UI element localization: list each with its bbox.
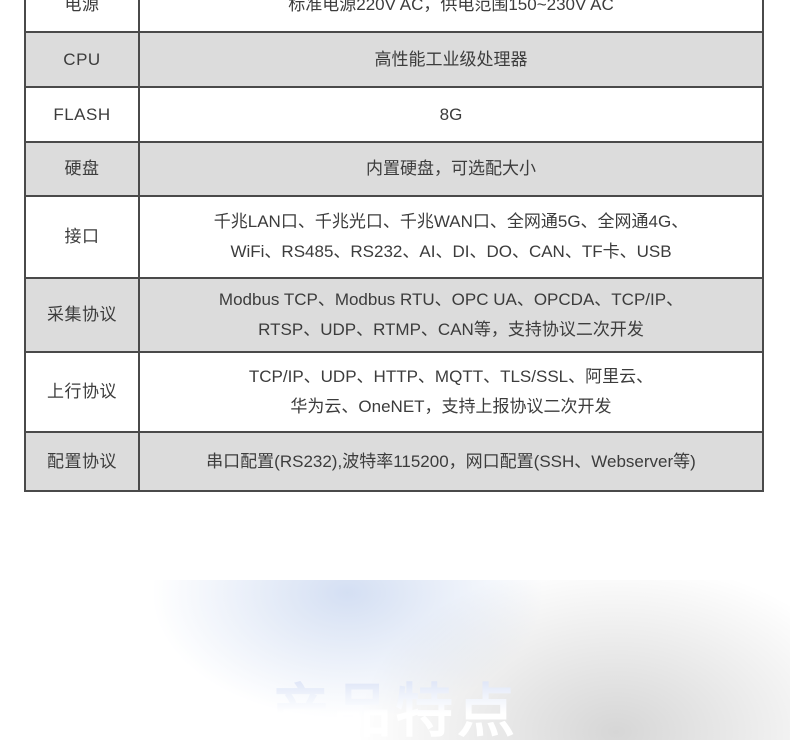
- spec-label-collection-protocol: 采集协议: [24, 277, 140, 353]
- spec-value-harddisk: 内置硬盘，可选配大小: [138, 141, 764, 197]
- cell-line: 华为云、OneNET，支持上报协议二次开发: [290, 397, 612, 416]
- spec-value-interface: 千兆LAN口、千兆光口、千兆WAN口、全网通5G、全网通4G、 WiFi、RS4…: [138, 195, 764, 279]
- cell-line-group: TCP/IP、UDP、HTTP、MQTT、TLS/SSL、阿里云、 华为云、On…: [146, 362, 756, 422]
- cell-line: 内置硬盘，可选配大小: [366, 159, 536, 178]
- cell-line: 8G: [439, 104, 463, 124]
- table-row: 接口 千兆LAN口、千兆光口、千兆WAN口、全网通5G、全网通4G、 WiFi、…: [24, 195, 764, 279]
- table-row: 硬盘 内置硬盘，可选配大小: [24, 141, 764, 197]
- spec-label-flash: FLASH: [24, 86, 140, 143]
- cell-line: Modbus TCP、Modbus RTU、OPC UA、OPCDA、TCP/I…: [218, 290, 684, 309]
- cell-line: TCP/IP、UDP、HTTP、MQTT、TLS/SSL、阿里云、: [248, 367, 654, 386]
- cell-line-group: 内置硬盘，可选配大小: [146, 154, 756, 184]
- cell-line-group: 串口配置(RS232),波特率115200，网口配置(SSH、Webserver…: [146, 447, 756, 477]
- table-row: 上行协议 TCP/IP、UDP、HTTP、MQTT、TLS/SSL、阿里云、 华…: [24, 351, 764, 433]
- specification-table-body: 电源 标准电源220V AC，供电范围150~230V AC CPU 高性能工业…: [24, 0, 764, 492]
- spec-value-collection-protocol: Modbus TCP、Modbus RTU、OPC UA、OPCDA、TCP/I…: [138, 277, 764, 353]
- spec-label-config-protocol: 配置协议: [24, 431, 140, 492]
- spec-label-uplink-protocol: 上行协议: [24, 351, 140, 433]
- spec-value-power: 标准电源220V AC，供电范围150~230V AC: [138, 0, 764, 33]
- cell-line-group: 8G: [146, 100, 756, 130]
- specification-table-container: 电源 标准电源220V AC，供电范围150~230V AC CPU 高性能工业…: [24, 0, 764, 492]
- spec-label-cpu: CPU: [24, 31, 140, 88]
- cell-line-group: 标准电源220V AC，供电范围150~230V AC: [146, 0, 756, 20]
- table-row: 采集协议 Modbus TCP、Modbus RTU、OPC UA、OPCDA、…: [24, 277, 764, 353]
- cell-line: 高性能工业级处理器: [374, 49, 528, 69]
- spec-value-config-protocol: 串口配置(RS232),波特率115200，网口配置(SSH、Webserver…: [138, 431, 764, 492]
- spec-label-interface: 接口: [24, 195, 140, 279]
- feature-banner: 产品特点: [0, 580, 790, 740]
- table-row: CPU 高性能工业级处理器: [24, 31, 764, 88]
- cell-line: WiFi、RS485、RS232、AI、DI、DO、CAN、TF卡、USB: [230, 242, 672, 261]
- table-row: 配置协议 串口配置(RS232),波特率115200，网口配置(SSH、Webs…: [24, 431, 764, 492]
- cell-line: RTSP、UDP、RTMP、CAN等，支持协议二次开发: [258, 320, 644, 339]
- table-row: FLASH 8G: [24, 86, 764, 143]
- feature-banner-title: 产品特点: [0, 681, 790, 740]
- spec-value-flash: 8G: [138, 86, 764, 143]
- spec-value-uplink-protocol: TCP/IP、UDP、HTTP、MQTT、TLS/SSL、阿里云、 华为云、On…: [138, 351, 764, 433]
- cell-line: 标准电源220V AC，供电范围150~230V AC: [288, 0, 614, 14]
- specification-table: 电源 标准电源220V AC，供电范围150~230V AC CPU 高性能工业…: [24, 0, 764, 492]
- spec-label-power: 电源: [24, 0, 140, 33]
- cell-line-group: Modbus TCP、Modbus RTU、OPC UA、OPCDA、TCP/I…: [146, 285, 756, 345]
- table-row: 电源 标准电源220V AC，供电范围150~230V AC: [24, 0, 764, 33]
- cell-line: 千兆LAN口、千兆光口、千兆WAN口、全网通5G、全网通4G、: [213, 212, 689, 231]
- spec-label-harddisk: 硬盘: [24, 141, 140, 197]
- cell-line-group: 高性能工业级处理器: [146, 45, 756, 75]
- spec-value-cpu: 高性能工业级处理器: [138, 31, 764, 88]
- cell-line-group: 千兆LAN口、千兆光口、千兆WAN口、全网通5G、全网通4G、 WiFi、RS4…: [146, 207, 756, 267]
- cell-line: 串口配置(RS232),波特率115200，网口配置(SSH、Webserver…: [206, 451, 696, 471]
